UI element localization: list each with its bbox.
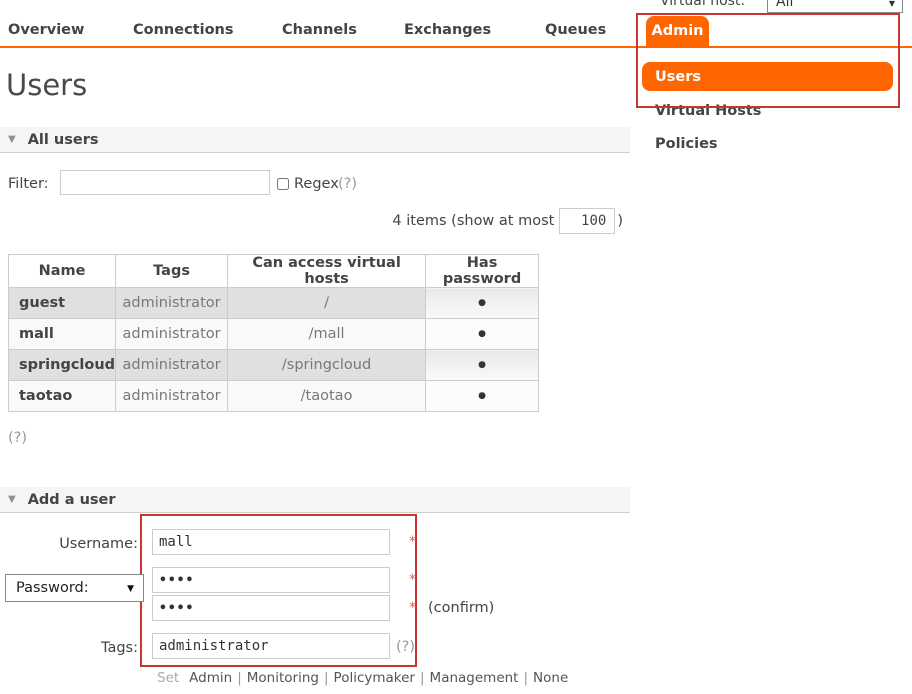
user-vhosts: / bbox=[228, 288, 426, 319]
has-password-dot-icon: ● bbox=[426, 288, 539, 319]
tag-link-monitoring[interactable]: Monitoring bbox=[247, 670, 319, 686]
username-label: Username: bbox=[0, 536, 138, 552]
tab-channels[interactable]: Channels bbox=[282, 22, 357, 38]
required-asterisk: * bbox=[409, 600, 416, 616]
user-name-link[interactable]: taotao bbox=[9, 381, 116, 412]
table-help-link[interactable]: (?) bbox=[8, 430, 27, 446]
user-vhosts: /springcloud bbox=[228, 350, 426, 381]
tag-shortcuts-row: SetAdmin|Monitoring|Policymaker|Manageme… bbox=[157, 670, 568, 686]
section-title: Add a user bbox=[28, 492, 116, 508]
tab-connections[interactable]: Connections bbox=[133, 22, 234, 38]
user-tags: administrator bbox=[116, 350, 228, 381]
chevron-down-icon: ▼ bbox=[127, 584, 134, 594]
required-asterisk: * bbox=[409, 572, 416, 588]
table-row: springcloud administrator /springcloud ● bbox=[9, 350, 539, 381]
table-row: guest administrator / ● bbox=[9, 288, 539, 319]
separator: | bbox=[523, 670, 528, 686]
confirm-label: (confirm) bbox=[428, 600, 494, 616]
column-header-tags: Tags bbox=[116, 255, 228, 288]
section-title: All users bbox=[28, 132, 99, 148]
user-name-link[interactable]: mall bbox=[9, 319, 116, 350]
nav-underline bbox=[0, 46, 912, 48]
password-type-select[interactable]: Password: ▼ bbox=[5, 574, 144, 602]
tag-link-none[interactable]: None bbox=[533, 670, 568, 686]
items-count-row: 4 items (show at most ) bbox=[300, 208, 623, 234]
items-count-text: 4 items (show at most bbox=[392, 213, 554, 229]
user-tags: administrator bbox=[116, 288, 228, 319]
filter-label: Filter: bbox=[8, 176, 49, 192]
tags-label: Tags: bbox=[0, 640, 138, 656]
virtual-host-select[interactable]: All ▼ bbox=[767, 0, 903, 13]
page-title: Users bbox=[6, 68, 87, 102]
separator: | bbox=[324, 670, 329, 686]
user-vhosts: /mall bbox=[228, 319, 426, 350]
tag-link-admin[interactable]: Admin bbox=[189, 670, 232, 686]
filter-input[interactable] bbox=[60, 170, 270, 195]
has-password-dot-icon: ● bbox=[426, 381, 539, 412]
tab-overview[interactable]: Overview bbox=[8, 22, 84, 38]
tab-admin-active[interactable]: Admin bbox=[646, 16, 709, 46]
tag-link-policymaker[interactable]: Policymaker bbox=[334, 670, 415, 686]
tab-exchanges[interactable]: Exchanges bbox=[404, 22, 491, 38]
sidebar-item-virtual-hosts[interactable]: Virtual Hosts bbox=[655, 103, 761, 119]
users-table: Name Tags Can access virtual hosts Has p… bbox=[8, 254, 539, 412]
sidebar-item-users-active[interactable]: Users bbox=[642, 62, 893, 91]
table-row: taotao administrator /taotao ● bbox=[9, 381, 539, 412]
has-password-dot-icon: ● bbox=[426, 350, 539, 381]
username-field[interactable] bbox=[152, 529, 390, 555]
tags-help-link[interactable]: (?) bbox=[396, 639, 415, 655]
sidebar-item-policies[interactable]: Policies bbox=[655, 136, 718, 152]
user-vhosts: /taotao bbox=[228, 381, 426, 412]
regex-label: Regex bbox=[294, 176, 339, 192]
password-confirm-field[interactable] bbox=[152, 595, 390, 621]
regex-checkbox[interactable] bbox=[277, 178, 289, 190]
column-header-name: Name bbox=[9, 255, 116, 288]
table-header-row: Name Tags Can access virtual hosts Has p… bbox=[9, 255, 539, 288]
password-field[interactable] bbox=[152, 567, 390, 593]
tab-queues[interactable]: Queues bbox=[545, 22, 606, 38]
password-select-value: Password: bbox=[16, 580, 89, 596]
tag-link-management[interactable]: Management bbox=[430, 670, 519, 686]
show-at-most-input[interactable] bbox=[559, 208, 615, 234]
set-label: Set bbox=[157, 670, 179, 686]
user-tags: administrator bbox=[116, 381, 228, 412]
virtual-host-selected-value: All bbox=[776, 0, 793, 10]
section-header-all-users[interactable]: ▼ All users bbox=[0, 127, 630, 153]
column-header-vhosts: Can access virtual hosts bbox=[228, 255, 426, 288]
collapse-triangle-icon: ▼ bbox=[8, 134, 16, 145]
separator: | bbox=[237, 670, 242, 686]
section-header-add-user[interactable]: ▼ Add a user bbox=[0, 487, 630, 513]
items-close-paren: ) bbox=[617, 213, 623, 229]
required-asterisk: * bbox=[409, 534, 416, 550]
user-name-link[interactable]: guest bbox=[9, 288, 116, 319]
collapse-triangle-icon: ▼ bbox=[8, 494, 16, 505]
column-header-has-password: Has password bbox=[426, 255, 539, 288]
tags-field[interactable] bbox=[152, 633, 390, 659]
chevron-down-icon: ▼ bbox=[889, 0, 895, 8]
rabbitmq-users-page: Virtual host: All ▼ Overview Connections… bbox=[0, 0, 912, 694]
user-name-link[interactable]: springcloud bbox=[9, 350, 116, 381]
regex-help-link[interactable]: (?) bbox=[338, 176, 357, 192]
table-row: mall administrator /mall ● bbox=[9, 319, 539, 350]
separator: | bbox=[420, 670, 425, 686]
virtual-host-label: Virtual host: bbox=[660, 0, 745, 9]
user-tags: administrator bbox=[116, 319, 228, 350]
has-password-dot-icon: ● bbox=[426, 319, 539, 350]
